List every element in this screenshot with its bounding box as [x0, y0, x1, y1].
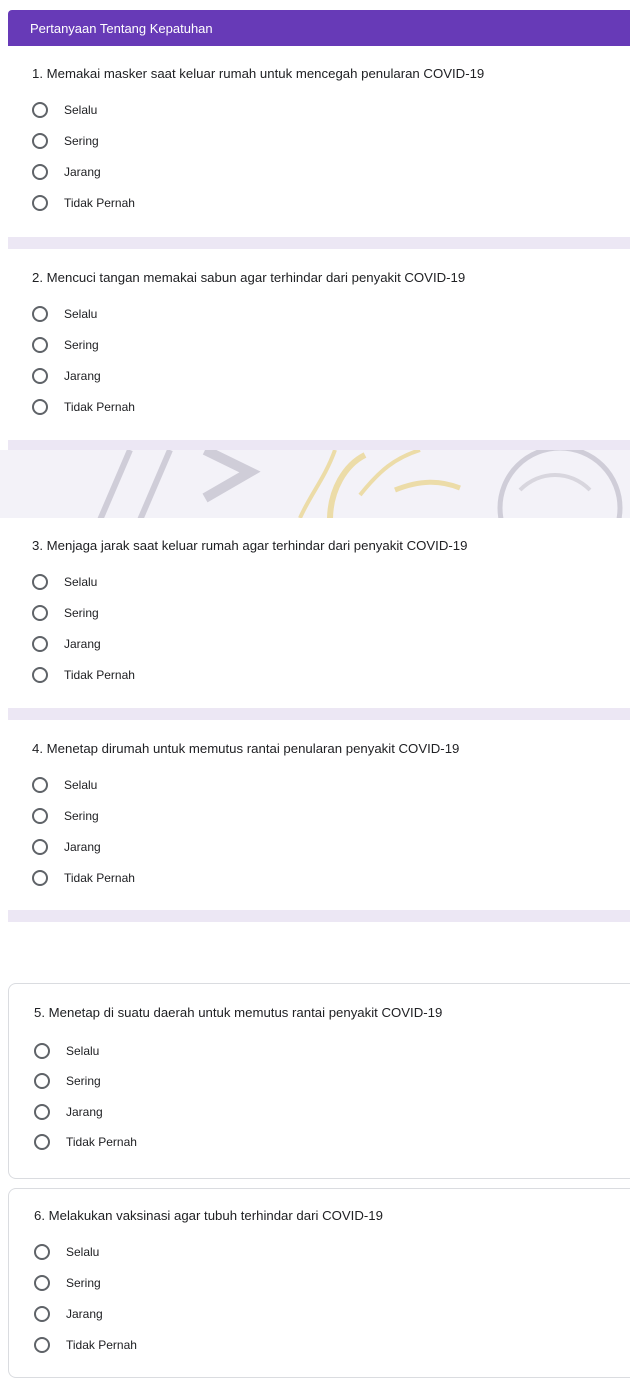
radio-circle-icon[interactable] — [32, 574, 48, 590]
question-title: 1. Memakai masker saat keluar rumah untu… — [32, 66, 485, 81]
radio-circle-icon[interactable] — [34, 1244, 50, 1260]
radio-circle-icon[interactable] — [34, 1275, 50, 1291]
question-title: 3. Menjaga jarak saat keluar rumah agar … — [32, 538, 468, 553]
section-title: Pertanyaan Tentang Kepatuhan — [30, 21, 213, 36]
radio-circle-icon[interactable] — [32, 667, 48, 683]
radio-circle-icon[interactable] — [34, 1306, 50, 1322]
question-title: 2. Mencuci tangan memakai sabun agar ter… — [32, 270, 466, 285]
radio-circle-icon[interactable] — [32, 777, 48, 793]
radio-circle-icon[interactable] — [32, 102, 48, 118]
university-logo-watermark — [97, 450, 623, 518]
radio-circle-icon[interactable] — [32, 839, 48, 855]
radio-circle-icon[interactable] — [34, 1073, 50, 1089]
radio-circle-icon[interactable] — [32, 133, 48, 149]
radio-circle-icon[interactable] — [34, 1134, 50, 1150]
radio-circle-icon[interactable] — [34, 1043, 50, 1059]
radio-circle-icon[interactable] — [32, 195, 48, 211]
section-divider — [8, 708, 630, 720]
radio-circle-icon[interactable] — [32, 368, 48, 384]
radio-circle-icon[interactable] — [32, 870, 48, 886]
question-title: 4. Menetap dirumah untuk memutus rantai … — [32, 741, 460, 756]
radio-circle-icon[interactable] — [32, 164, 48, 180]
watermark-strip — [0, 450, 630, 518]
radio-circle-icon[interactable] — [32, 808, 48, 824]
section-header: Pertanyaan Tentang Kepatuhan — [8, 10, 630, 46]
section-divider — [8, 910, 630, 922]
section-divider — [8, 237, 630, 249]
radio-circle-icon[interactable] — [32, 306, 48, 322]
section-divider — [8, 440, 630, 450]
question-title: 5. Menetap di suatu daerah untuk memutus… — [34, 1005, 443, 1020]
radio-circle-icon[interactable] — [32, 337, 48, 353]
question-title: 6. Melakukan vaksinasi agar tubuh terhin… — [34, 1208, 383, 1223]
radio-circle-icon[interactable] — [34, 1337, 50, 1353]
radio-circle-icon[interactable] — [32, 605, 48, 621]
radio-circle-icon[interactable] — [32, 636, 48, 652]
radio-circle-icon[interactable] — [34, 1104, 50, 1120]
radio-circle-icon[interactable] — [32, 399, 48, 415]
